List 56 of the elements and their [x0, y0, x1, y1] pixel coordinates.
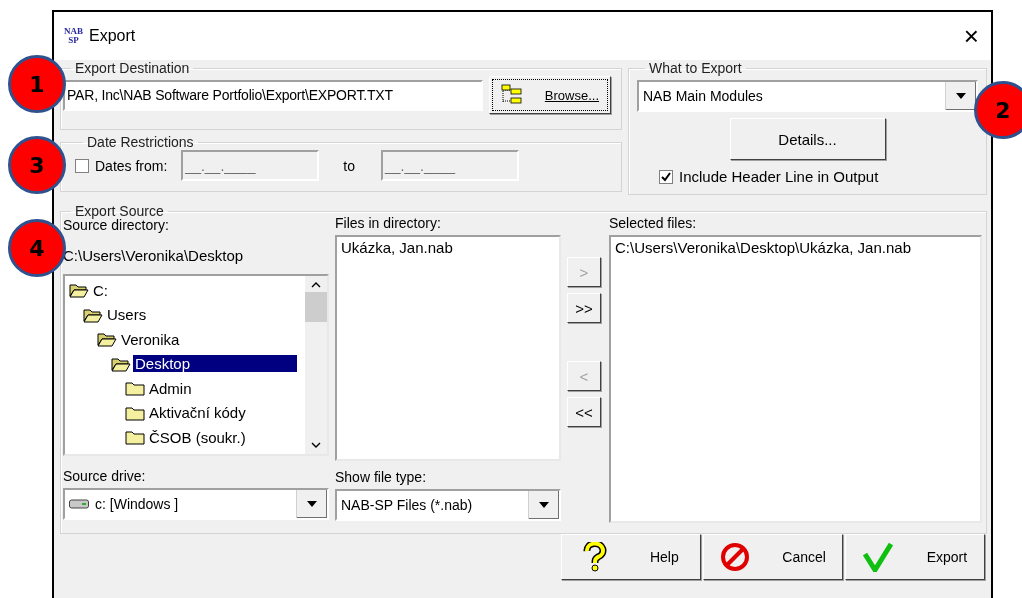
scrollbar-thumb[interactable] — [305, 292, 327, 322]
date-field[interactable]: __.__.____ — [181, 150, 320, 181]
folder-item[interactable]: ČSOB (soukr.) — [147, 428, 248, 446]
checkbox-label: Dates from: — [95, 157, 168, 174]
folder-item[interactable]: Veronika — [119, 330, 182, 348]
file-type-label: Show file type: — [335, 469, 428, 485]
dropdown-button[interactable] — [296, 490, 327, 518]
path-field[interactable]: PAR, Inc\NAB Software Portfolio\Export\EXPORT.TXT — [63, 79, 483, 111]
transfer-button[interactable]: << — [567, 397, 601, 427]
scroll-up-icon[interactable] — [311, 282, 321, 288]
folder-item[interactable]: C: — [91, 281, 110, 299]
folder-item[interactable]: Users — [105, 306, 149, 324]
group-title: Date Restrictions — [86, 134, 195, 150]
export-type-dropdown[interactable]: NAB Main Modules — [637, 80, 978, 112]
source-drive-label: Source drive: — [63, 468, 147, 484]
checkbox-label: Include Header Line in Output — [679, 168, 879, 185]
group-title: What to Export — [648, 60, 743, 76]
export-button[interactable]: Export — [845, 534, 985, 580]
to-label: to — [343, 157, 356, 174]
dropdown-arrow-icon — [956, 93, 966, 99]
group-title: Export Source — [74, 203, 165, 219]
question-mark-icon — [583, 542, 608, 572]
drive-icon — [69, 499, 89, 509]
date-field[interactable]: __.__.____ — [381, 150, 520, 181]
checkmark-icon — [862, 542, 893, 572]
file-item[interactable]: C:\Users\Veronika\Desktop\Ukázka, Jan.nab — [615, 239, 976, 256]
dropdown-arrow-icon — [539, 502, 549, 508]
prohibited-icon — [720, 542, 751, 572]
dropdown-arrow-icon — [307, 501, 317, 507]
dropdown-button[interactable] — [528, 491, 559, 519]
folder-item[interactable]: Aktivační kódy — [147, 404, 248, 422]
details-button[interactable]: Details... — [729, 118, 886, 160]
window-title: Export — [89, 27, 137, 45]
file-item[interactable]: Ukázka, Jan.nab — [341, 239, 555, 256]
scroll-down-icon[interactable] — [311, 442, 321, 448]
file-type-dropdown[interactable]: NAB-SP Files (*.nab) — [335, 489, 561, 521]
help-button[interactable]: Help — [561, 534, 701, 580]
close-button[interactable]: × — [963, 23, 979, 49]
folder-item[interactable]: Admin — [147, 379, 194, 397]
group-title: Export Destination — [74, 60, 191, 76]
browse-button[interactable]: Browse... — [489, 76, 611, 114]
scrollbar[interactable] — [305, 276, 327, 454]
folder-item[interactable]: Desktop — [133, 355, 297, 373]
folder-tree-icon — [500, 84, 523, 106]
step-number-badge: 3 — [8, 136, 66, 194]
dropdown-button[interactable] — [945, 82, 976, 110]
step-number-badge: 1 — [8, 55, 66, 113]
app-logo-icon: NAB SP — [64, 27, 83, 45]
files-label: Files in directory: — [335, 215, 442, 231]
cancel-button[interactable]: Cancel — [703, 534, 843, 580]
checkbox[interactable] — [659, 169, 673, 184]
transfer-button[interactable]: >> — [567, 293, 601, 323]
drive-dropdown[interactable]: c: [Windows ] — [63, 488, 329, 520]
current-directory: C:\Users\Veronika\Desktop — [63, 247, 245, 264]
checkbox[interactable] — [75, 158, 89, 173]
selected-files-label: Selected files: — [609, 215, 698, 231]
